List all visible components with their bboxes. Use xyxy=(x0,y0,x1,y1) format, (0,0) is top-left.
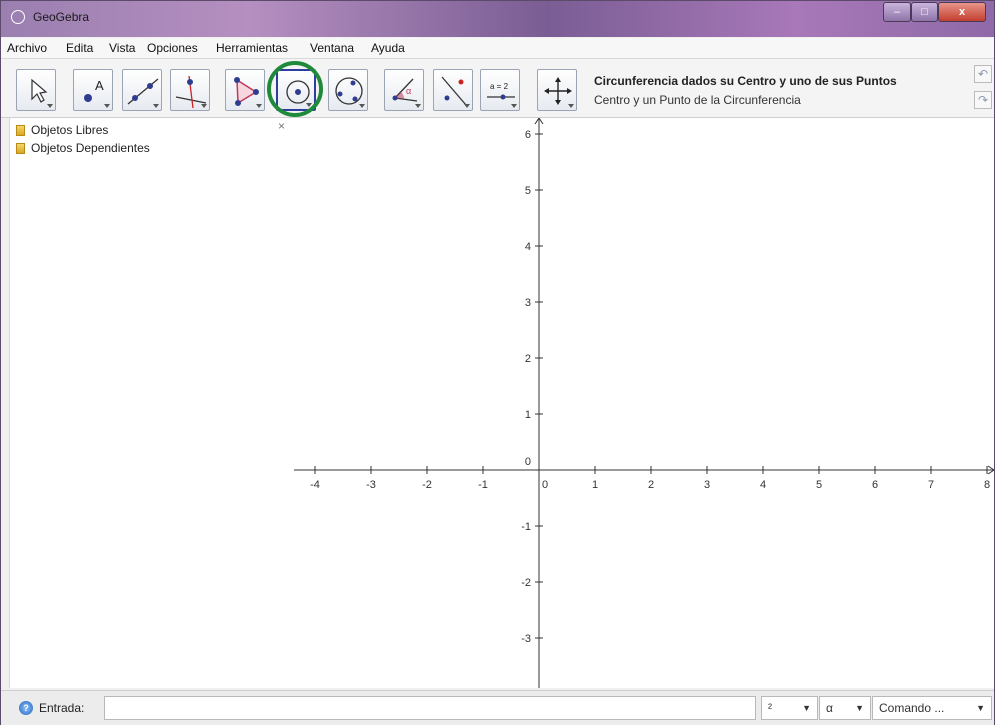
tool-angle[interactable]: α xyxy=(384,69,424,111)
tool-move[interactable] xyxy=(16,69,56,111)
x-tick-label: 7 xyxy=(928,479,934,491)
menu-ayuda[interactable]: Ayuda xyxy=(371,41,405,55)
folder-objetos-dependientes[interactable]: Objetos Dependientes xyxy=(16,141,150,155)
angle-symbol: α xyxy=(406,86,411,96)
folder-icon xyxy=(16,125,25,136)
title-bar[interactable]: GeoGebra – □ x xyxy=(1,1,994,37)
y-tick-label: 5 xyxy=(525,185,531,197)
active-tool-help: Centro y un Punto de la Circunferencia xyxy=(594,93,801,107)
y-tick-label: -3 xyxy=(521,633,531,645)
tool-slider[interactable]: a = 2 xyxy=(480,69,520,111)
tool-perpendicular[interactable] xyxy=(170,69,210,111)
command-value: Comando ... xyxy=(879,701,945,715)
x-tick-label: -4 xyxy=(310,479,320,491)
redo-button[interactable]: ↷ xyxy=(974,91,992,109)
x-tick-label: 8 xyxy=(984,479,990,491)
chevron-down-icon: ▼ xyxy=(976,703,985,713)
x-tick-label: 4 xyxy=(760,479,766,491)
active-tool-title: Circunferencia dados su Centro y uno de … xyxy=(594,74,897,88)
input-field[interactable] xyxy=(104,696,756,720)
input-bar: ? Entrada: ² ▼ α ▼ Comando ... ▼ xyxy=(1,690,994,725)
graphics-view[interactable]: -4 -3 -2 -1 0 1 2 3 4 5 6 7 8 6 5 4 3 2 1 -1 -2 -3 0 xyxy=(294,117,995,688)
y-tick-label: 1 xyxy=(525,409,531,421)
tool-new-point[interactable]: A xyxy=(73,69,113,111)
menu-herramientas[interactable]: Herramientas xyxy=(216,41,288,55)
tool-circle-three-points[interactable] xyxy=(328,69,368,111)
undo-icon: ↶ xyxy=(977,67,989,81)
coordinate-axes: -4 -3 -2 -1 0 1 2 3 4 5 6 7 8 6 5 4 3 2 1 -1 -2 -3 0 xyxy=(294,117,995,688)
selected-tool-highlight xyxy=(267,61,323,117)
tool-move-graphics[interactable] xyxy=(537,69,577,111)
folder-label: Objetos Libres xyxy=(31,123,109,137)
x-tick-label: 3 xyxy=(704,479,710,491)
algebra-view[interactable]: × Objetos Libres Objetos Dependientes xyxy=(9,118,295,688)
x-tick-label: -2 xyxy=(422,479,432,491)
x-tick-label: 6 xyxy=(872,479,878,491)
folder-objetos-libres[interactable]: Objetos Libres xyxy=(16,123,108,137)
toolbar: A α a = 2 Circunferencia dados su Centro… xyxy=(1,59,994,118)
redo-icon: ↷ xyxy=(977,93,989,107)
tool-line[interactable] xyxy=(122,69,162,111)
window-title: GeoGebra xyxy=(33,10,90,24)
maximize-button[interactable]: □ xyxy=(911,2,938,22)
superscript-dropdown[interactable]: ² ▼ xyxy=(761,696,818,720)
x-tick-label: -1 xyxy=(478,479,488,491)
tool-polygon[interactable] xyxy=(225,69,265,111)
greek-dropdown[interactable]: α ▼ xyxy=(819,696,871,720)
y-tick-label: 2 xyxy=(525,353,531,365)
geogebra-window: GeoGebra – □ x Archivo Edita Vista Opcio… xyxy=(0,0,995,725)
x-tick-label: 2 xyxy=(648,479,654,491)
input-label: Entrada: xyxy=(39,701,85,715)
minimize-button[interactable]: – xyxy=(883,2,911,22)
y-tick-label: 3 xyxy=(525,297,531,309)
menu-ventana[interactable]: Ventana xyxy=(310,41,354,55)
superscript-value: ² xyxy=(768,701,772,715)
greek-value: α xyxy=(826,701,833,715)
command-dropdown[interactable]: Comando ... ▼ xyxy=(872,696,992,720)
y-tick-label: -2 xyxy=(521,577,531,589)
slider-label: a = 2 xyxy=(490,82,509,91)
tool-reflect[interactable] xyxy=(433,69,473,111)
y-origin-label: 0 xyxy=(525,456,531,468)
folder-icon xyxy=(16,143,25,154)
undo-button[interactable]: ↶ xyxy=(974,65,992,83)
y-tick-label: 4 xyxy=(525,241,531,253)
menu-edita[interactable]: Edita xyxy=(66,41,93,55)
x-tick-label: 1 xyxy=(592,479,598,491)
y-tick-group: 6 5 4 3 2 1 -1 -2 -3 0 xyxy=(521,129,543,645)
x-tick-label: -3 xyxy=(366,479,376,491)
folder-label: Objetos Dependientes xyxy=(31,141,150,155)
menu-opciones[interactable]: Opciones xyxy=(147,41,198,55)
menu-archivo[interactable]: Archivo xyxy=(7,41,47,55)
y-tick-label: 6 xyxy=(525,129,531,141)
new-point-label: A xyxy=(95,78,104,93)
chevron-down-icon: ▼ xyxy=(802,703,811,713)
menu-vista[interactable]: Vista xyxy=(109,41,135,55)
x-tick-label: 0 xyxy=(542,479,548,491)
x-tick-label: 5 xyxy=(816,479,822,491)
close-button[interactable]: x xyxy=(938,2,986,22)
chevron-down-icon: ▼ xyxy=(855,703,864,713)
geogebra-logo-icon xyxy=(11,10,25,24)
algebra-close-button[interactable]: × xyxy=(278,119,285,133)
y-tick-label: -1 xyxy=(521,521,531,533)
input-help-icon[interactable]: ? xyxy=(19,701,33,715)
menu-bar: Archivo Edita Vista Opciones Herramienta… xyxy=(1,38,994,59)
